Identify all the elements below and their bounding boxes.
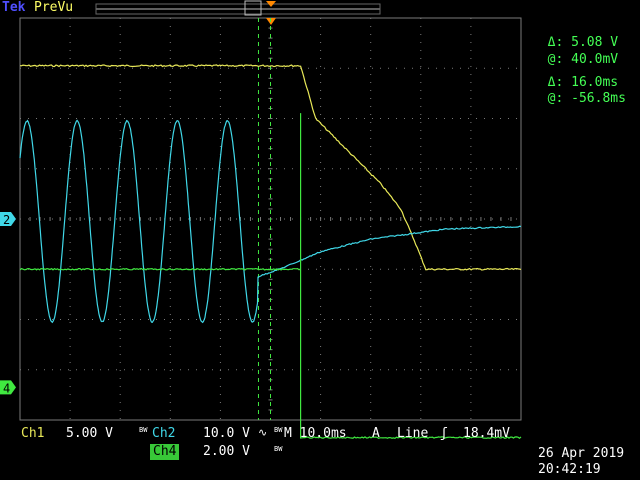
ch1-bandwidth-icon: BW — [139, 426, 148, 434]
ch4-label[interactable]: Ch4 — [150, 444, 180, 460]
brand-logo: Tek — [2, 0, 26, 15]
trigger-source: A — [372, 426, 380, 441]
trigger-level: 18.4mV — [463, 426, 510, 441]
ch1-label[interactable]: Ch1 — [18, 426, 47, 442]
ch4-ground-marker-label: 4 — [3, 381, 10, 395]
screenshot-time: 20:42:19 — [538, 462, 601, 477]
ch4-scale: 2.00 V — [203, 444, 250, 459]
ch2-bandwidth-icon: BW — [274, 426, 283, 434]
ch2-label[interactable]: Ch2 — [149, 426, 178, 442]
trigger-type: Line — [397, 426, 429, 441]
timebase-readout[interactable]: M 10.0ms — [284, 426, 347, 441]
ch2-scale: 10.0 V — [203, 426, 250, 441]
ch1-scale: 5.00 V — [66, 426, 113, 441]
time-at-value: -56.8ms — [571, 91, 626, 106]
ch4-bandwidth-icon: BW — [274, 445, 283, 453]
trigger-slope-icon: ʃ — [440, 426, 448, 441]
acquisition-mode: PreVu — [34, 0, 74, 15]
screenshot-date: 26 Apr 2019 — [538, 446, 625, 461]
time-at-readout: @: -56.8ms — [532, 76, 626, 106]
time-at-label: @: — [547, 91, 564, 106]
ch2-ground-marker-label: 2 — [3, 213, 10, 227]
ac-coupling-icon: ∿ — [258, 426, 268, 439]
record-window-indicator — [244, 0, 262, 16]
